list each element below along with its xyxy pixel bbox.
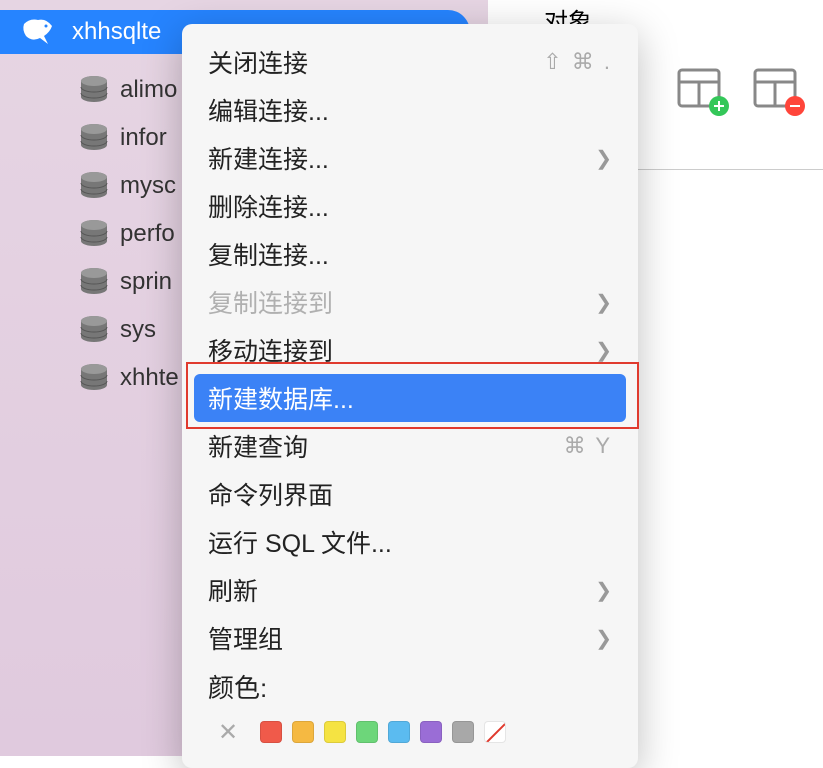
chevron-right-icon: ❯ bbox=[595, 578, 612, 603]
navicat-bird-icon bbox=[20, 16, 56, 48]
connection-name: xhhsqlte bbox=[72, 18, 161, 46]
menu-item[interactable]: 管理组 ❯ bbox=[194, 614, 626, 662]
menu-item[interactable]: 关闭连接 ⇧ ⌘ . bbox=[194, 38, 626, 86]
menu-item-label: 移动连接到 bbox=[208, 332, 333, 368]
database-icon bbox=[78, 315, 110, 345]
menu-item-label: 编辑连接... bbox=[208, 92, 329, 128]
menu-item-label: 命令列界面 bbox=[208, 476, 333, 512]
chevron-right-icon: ❯ bbox=[595, 146, 612, 171]
database-icon bbox=[78, 219, 110, 249]
database-icon bbox=[78, 267, 110, 297]
menu-item-label: 复制连接到 bbox=[208, 284, 333, 320]
menu-item-label: 关闭连接 bbox=[208, 44, 308, 80]
database-icon bbox=[78, 171, 110, 201]
menu-item-label: 刷新 bbox=[208, 572, 258, 608]
menu-item: 复制连接到 ❯ bbox=[194, 278, 626, 326]
menu-item[interactable]: 新建数据库... bbox=[194, 374, 626, 422]
color-swatch[interactable] bbox=[356, 721, 378, 743]
database-name: mysc bbox=[120, 172, 176, 200]
menu-item[interactable]: 编辑连接... bbox=[194, 86, 626, 134]
create-table-button[interactable] bbox=[677, 68, 725, 112]
database-name: infor bbox=[120, 124, 167, 152]
menu-item[interactable]: 新建查询 ⌘ Y bbox=[194, 422, 626, 470]
color-label-row: 颜色: bbox=[194, 662, 626, 710]
plus-badge-icon bbox=[709, 96, 729, 116]
color-swatch[interactable] bbox=[388, 721, 410, 743]
menu-item[interactable]: 刷新 ❯ bbox=[194, 566, 626, 614]
color-swatch[interactable] bbox=[324, 721, 346, 743]
menu-item[interactable]: 移动连接到 ❯ bbox=[194, 326, 626, 374]
no-color-swatch[interactable] bbox=[484, 721, 506, 743]
database-name: xhhte bbox=[120, 364, 179, 392]
chevron-right-icon: ❯ bbox=[595, 626, 612, 651]
database-name: alimo bbox=[120, 76, 177, 104]
menu-item-label: 运行 SQL 文件... bbox=[208, 524, 392, 560]
menu-item-label: 新建查询 bbox=[208, 428, 308, 464]
database-icon bbox=[78, 363, 110, 393]
menu-item-label: 删除连接... bbox=[208, 188, 329, 224]
minus-badge-icon bbox=[785, 96, 805, 116]
keyboard-shortcut: ⇧ ⌘ . bbox=[543, 49, 612, 75]
color-swatch[interactable] bbox=[420, 721, 442, 743]
menu-item[interactable]: 命令列界面 bbox=[194, 470, 626, 518]
database-name: perfo bbox=[120, 220, 175, 248]
toolbar-actions bbox=[677, 68, 801, 112]
color-swatches: ✕ bbox=[194, 710, 626, 754]
keyboard-shortcut: ⌘ Y bbox=[564, 433, 612, 459]
clear-color-icon[interactable]: ✕ bbox=[218, 718, 238, 747]
database-name: sprin bbox=[120, 268, 172, 296]
menu-item-label: 新建数据库... bbox=[208, 380, 354, 416]
delete-table-button[interactable] bbox=[753, 68, 801, 112]
chevron-right-icon: ❯ bbox=[595, 290, 612, 315]
database-icon bbox=[78, 75, 110, 105]
color-swatch[interactable] bbox=[452, 721, 474, 743]
context-menu: 关闭连接 ⇧ ⌘ . 编辑连接... 新建连接... ❯ 删除连接... 复制连接... 复制… bbox=[182, 24, 638, 768]
color-swatch[interactable] bbox=[260, 721, 282, 743]
menu-item[interactable]: 新建连接... ❯ bbox=[194, 134, 626, 182]
menu-item[interactable]: 删除连接... bbox=[194, 182, 626, 230]
color-label: 颜色: bbox=[208, 668, 267, 705]
chevron-right-icon: ❯ bbox=[595, 338, 612, 363]
color-swatch[interactable] bbox=[292, 721, 314, 743]
menu-item-label: 管理组 bbox=[208, 620, 283, 656]
database-name: sys bbox=[120, 316, 156, 344]
menu-item-label: 复制连接... bbox=[208, 236, 329, 272]
menu-item[interactable]: 复制连接... bbox=[194, 230, 626, 278]
database-icon bbox=[78, 123, 110, 153]
menu-item[interactable]: 运行 SQL 文件... bbox=[194, 518, 626, 566]
menu-item-label: 新建连接... bbox=[208, 140, 329, 176]
